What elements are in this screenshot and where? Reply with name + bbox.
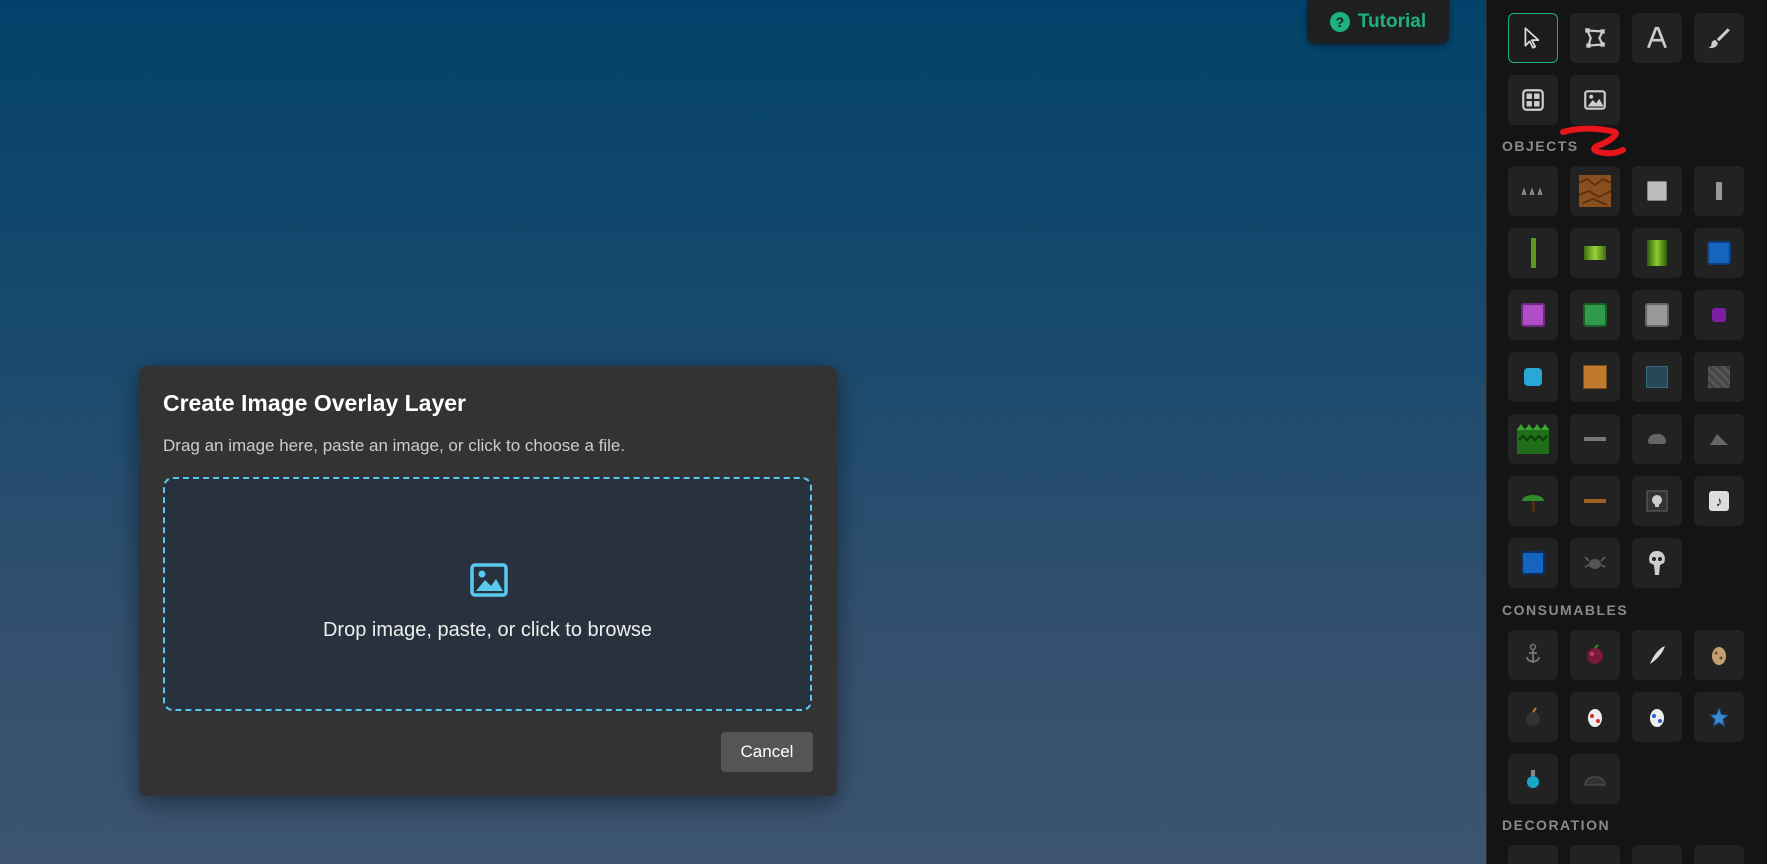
text-tool-button[interactable] [1632,13,1682,63]
consumable-dome[interactable] [1570,754,1620,804]
object-teal-block[interactable] [1632,352,1682,402]
decoration-item-3[interactable] [1632,845,1682,864]
image-icon [470,563,508,597]
object-spikes[interactable] [1508,166,1558,216]
dialog-description: Drag an image here, paste an image, or c… [163,436,626,455]
tutorial-label: Tutorial [1357,11,1427,32]
select-tool-button[interactable] [1508,13,1558,63]
object-tree[interactable] [1508,476,1558,526]
grid-icon [1522,89,1544,111]
object-metal-block[interactable] [1694,352,1744,402]
question-circle-icon: ? [1329,12,1350,32]
text-a-icon [1647,26,1667,49]
image-icon [1584,90,1606,110]
object-rock-pile[interactable] [1694,414,1744,464]
object-water-block[interactable] [1508,352,1558,402]
object-green-pipe[interactable] [1632,228,1682,278]
tool-sidebar: OBJECTS ♪ CONSUMABLES DECORATION [1486,0,1767,864]
object-stone-pillar[interactable] [1694,166,1744,216]
consumable-berry[interactable] [1570,630,1620,680]
consumable-anchor[interactable] [1508,630,1558,680]
decoration-item-1[interactable] [1508,845,1558,864]
consumables-section-label: CONSUMABLES [1502,602,1629,618]
decoration-section-label: DECORATION [1502,817,1611,833]
consumable-blue-egg[interactable] [1632,692,1682,742]
consumable-feather[interactable] [1632,630,1682,680]
object-spider[interactable] [1570,538,1620,588]
shape-tool-button[interactable] [1570,13,1620,63]
consumable-potion[interactable] [1508,754,1558,804]
object-sand-block[interactable] [1570,352,1620,402]
object-wood-plank[interactable] [1570,476,1620,526]
brush-tool-button[interactable] [1694,13,1744,63]
consumable-bomb[interactable] [1508,692,1558,742]
object-dirt-block[interactable] [1570,166,1620,216]
tutorial-button[interactable]: ? Tutorial [1307,0,1449,44]
objects-section-label: OBJECTS [1502,138,1579,154]
object-green-pipe-short[interactable] [1570,228,1620,278]
object-purple-block[interactable] [1694,290,1744,340]
grid-tool-button[interactable] [1508,75,1558,125]
object-stone-block[interactable] [1632,166,1682,216]
object-green-block[interactable] [1570,290,1620,340]
decoration-item-4[interactable] [1694,845,1744,864]
image-overlay-tool-button[interactable] [1570,75,1620,125]
pointer-icon [1524,27,1540,49]
cancel-button[interactable]: Cancel [721,732,813,772]
object-rock[interactable] [1632,414,1682,464]
consumable-red-egg[interactable] [1570,692,1620,742]
object-gray-block[interactable] [1632,290,1682,340]
brush-icon [1708,28,1730,49]
image-dropzone[interactable]: Drop image, paste, or click to browse [163,477,812,711]
object-music-block[interactable]: ♪ [1694,476,1744,526]
dialog-title: Create Image Overlay Layer [163,390,467,416]
object-blue-block[interactable] [1694,228,1744,278]
consumable-star[interactable] [1694,692,1744,742]
decoration-item-2[interactable] [1570,845,1620,864]
object-grass-bush[interactable] [1508,414,1558,464]
object-pink-block[interactable] [1508,290,1558,340]
dropzone-label: Drop image, paste, or click to browse [322,619,653,641]
object-skull[interactable] [1632,538,1682,588]
object-skull-block[interactable] [1632,476,1682,526]
image-overlay-dialog: Create Image Overlay Layer Drag an image… [139,366,837,796]
object-thin-platform[interactable] [1570,414,1620,464]
object-blue-crate[interactable] [1508,538,1558,588]
object-green-pole[interactable] [1508,228,1558,278]
vector-shape-icon [1585,28,1605,48]
consumable-tan-egg[interactable] [1694,630,1744,680]
